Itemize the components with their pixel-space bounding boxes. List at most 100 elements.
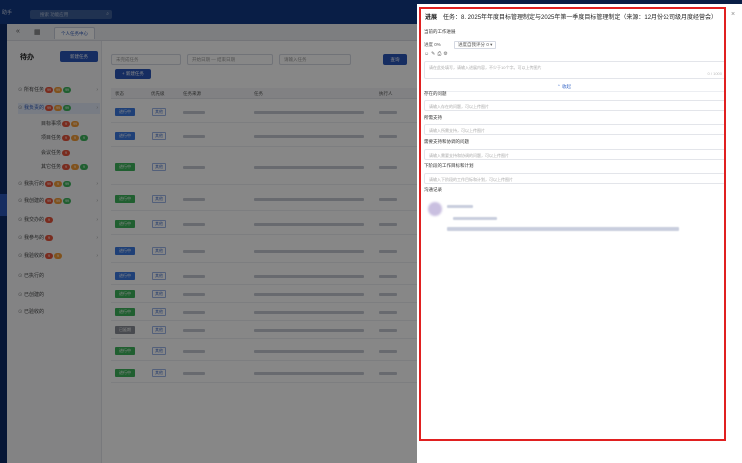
add-task-button[interactable]: + 新建任务: [115, 69, 151, 79]
count-badge: 99: [45, 104, 54, 111]
sidebar-item-label: 会议任务: [41, 150, 62, 156]
priority-tag: 其他: [152, 195, 166, 203]
count-badge: 99: [63, 197, 72, 204]
sidebar-item-11[interactable]: ⊙ 已执行的: [18, 271, 100, 282]
query-button[interactable]: 查询: [383, 54, 407, 65]
next-plan-label: 下阶段的工作目标和计划: [424, 163, 474, 168]
self-eval-label: 进度自我评分: [458, 42, 486, 47]
sidebar-item-label: 我交办的: [24, 217, 45, 223]
editor-toolbar: ☺✎⎙⚙: [424, 51, 450, 57]
collapse-link-label: 收起: [562, 84, 572, 89]
sidebar-item-12[interactable]: ⊙ 已创建的: [18, 290, 100, 301]
count-badge: 9: [54, 252, 63, 259]
drawer-kind: 进展: [425, 15, 438, 21]
chevron-right-icon: ›: [96, 198, 98, 204]
communication-log-label: 沟通记录: [424, 187, 442, 192]
count-badge: 9: [80, 163, 89, 170]
status-filter-select[interactable]: 未完成任务: [111, 54, 181, 65]
count-badge: 99: [54, 104, 63, 111]
sidebar-item-10[interactable]: ⊙ 我验收的 9 9 ›: [18, 251, 100, 262]
needs-textarea[interactable]: 请输入所需支持，可以上传图片: [424, 124, 726, 135]
chevron-right-icon: ›: [96, 105, 98, 111]
sidebar-item-2[interactable]: 目标事项 9 99: [35, 119, 99, 130]
issues-textarea[interactable]: 请输入存在的问题，可以上传图片: [424, 100, 726, 111]
task-name-text: [254, 350, 364, 353]
task-source-text: [183, 275, 205, 278]
issues-placeholder: 请输入存在的问题，可以上传图片: [429, 104, 489, 109]
priority-tag: 其他: [152, 132, 166, 140]
self-eval-value: 0: [486, 42, 489, 47]
sidebar-item-1[interactable]: ⊙ 我负责的 99 99 99 ›: [18, 103, 100, 114]
assignee-text: [379, 350, 397, 353]
task-name-text: [254, 329, 364, 332]
count-badge: 9: [45, 234, 54, 241]
settings-icon[interactable]: ⚙: [443, 51, 449, 57]
global-search-input[interactable]: 搜索 功能应用 ⌕: [30, 10, 112, 19]
task-source-text: [183, 250, 205, 253]
rail-active-marker: [0, 194, 7, 216]
progress-row: 进度 0% 进度自我评分 0 ▾: [424, 41, 497, 49]
status-badge: 进行中: [115, 308, 135, 316]
sidebar-item-label: 项目任务: [41, 135, 62, 141]
assignee-text: [379, 250, 397, 253]
sidebar-item-13[interactable]: ⊙ 已验收的: [18, 307, 100, 318]
assignee-text: [379, 223, 397, 226]
collapse-link[interactable]: ⌃ 收起: [557, 84, 571, 90]
close-icon[interactable]: ×: [731, 11, 735, 18]
self-eval-select[interactable]: 进度自我评分 0 ▾: [454, 41, 497, 49]
sidebar-item-label: 我执行的: [24, 181, 45, 187]
date-range-input[interactable]: 开始日期 — 结束日期: [187, 54, 273, 65]
sidebar-item-5[interactable]: 其它任务 9 9 9: [35, 162, 99, 173]
task-name-text: [254, 223, 364, 226]
issues-label: 存在的问题: [424, 91, 447, 96]
col-status: 状态: [115, 91, 124, 96]
task-source-text: [183, 372, 205, 375]
task-source-text: [183, 166, 205, 169]
sidebar-item-8[interactable]: ⊙ 我交办的 9 ›: [18, 215, 100, 226]
coordination-label: 需要支持和协调的问题: [424, 139, 469, 144]
app-name: 助手: [2, 10, 13, 16]
col-assignee: 执行人: [379, 91, 393, 96]
count-badge: 9: [62, 134, 71, 141]
assignee-text: [379, 372, 397, 375]
col-source: 任务来源: [183, 91, 201, 96]
progress-value[interactable]: 0%: [434, 42, 441, 47]
sidebar-item-label: 已验收的: [24, 309, 45, 315]
status-badge: 进行中: [115, 272, 135, 280]
sidebar-item-0[interactable]: ⊙ 所有任务 99 99 99 ›: [18, 85, 100, 96]
keyword-input[interactable]: 请输入任务: [279, 54, 351, 65]
collapse-menu-icon[interactable]: «: [16, 28, 20, 35]
sidebar-item-4[interactable]: 会议任务 9: [35, 148, 99, 159]
sidebar-item-label: 我验收的: [24, 253, 45, 259]
tab-personal-task-center[interactable]: 个人任务中心: [54, 27, 95, 39]
home-icon[interactable]: ▦: [34, 28, 41, 36]
next-plan-placeholder: 请输入下阶段的工作目标和计划，可以上传图片: [429, 177, 513, 182]
task-name-text: [254, 311, 364, 314]
coordination-textarea[interactable]: 请输入需要支持和协调的问题，可以上传图片: [424, 149, 726, 160]
sidebar-item-6[interactable]: ⊙ 我执行的 99 9 99 ›: [18, 179, 100, 190]
sidebar-item-9[interactable]: ⊙ 我参与的 9 ›: [18, 233, 100, 244]
task-source-text: [183, 223, 205, 226]
status-badge: 进行中: [115, 247, 135, 255]
assignee-text: [379, 166, 397, 169]
status-badge: 进行中: [115, 132, 135, 140]
count-badge: 99: [71, 120, 80, 127]
next-plan-textarea[interactable]: 请输入下阶段的工作目标和计划，可以上传图片: [424, 173, 726, 184]
priority-tag: 其他: [152, 247, 166, 255]
sidebar-item-label: 目标事项: [41, 121, 62, 127]
work-progress-textarea[interactable]: 请在此处填写，请输入进展内容，不少于10个字。可以上传图片 0 / 1000: [424, 61, 726, 79]
status-badge: 进行中: [115, 108, 135, 116]
create-task-button[interactable]: 新建任务: [60, 51, 98, 62]
sidebar-item-label: 我创建的: [24, 198, 45, 204]
log-content: [447, 227, 679, 231]
task-sidebar: 待办 新建任务 ⊙ 所有任务 99 99 99 › ⊙ 我负责的 99 99 99 › 目标事项 9 99 项…: [7, 41, 102, 463]
priority-tag: 其他: [152, 326, 166, 334]
sidebar-item-3[interactable]: 项目任务 9 9 9: [35, 133, 99, 144]
global-search-placeholder: 搜索 功能应用: [40, 12, 69, 17]
status-badge: 进行中: [115, 195, 135, 203]
priority-tag: 其他: [152, 308, 166, 316]
priority-tag: 其他: [152, 290, 166, 298]
task-name-text: [254, 293, 364, 296]
count-badge: 99: [45, 86, 54, 93]
sidebar-item-7[interactable]: ⊙ 我创建的 99 99 99 ›: [18, 196, 100, 207]
